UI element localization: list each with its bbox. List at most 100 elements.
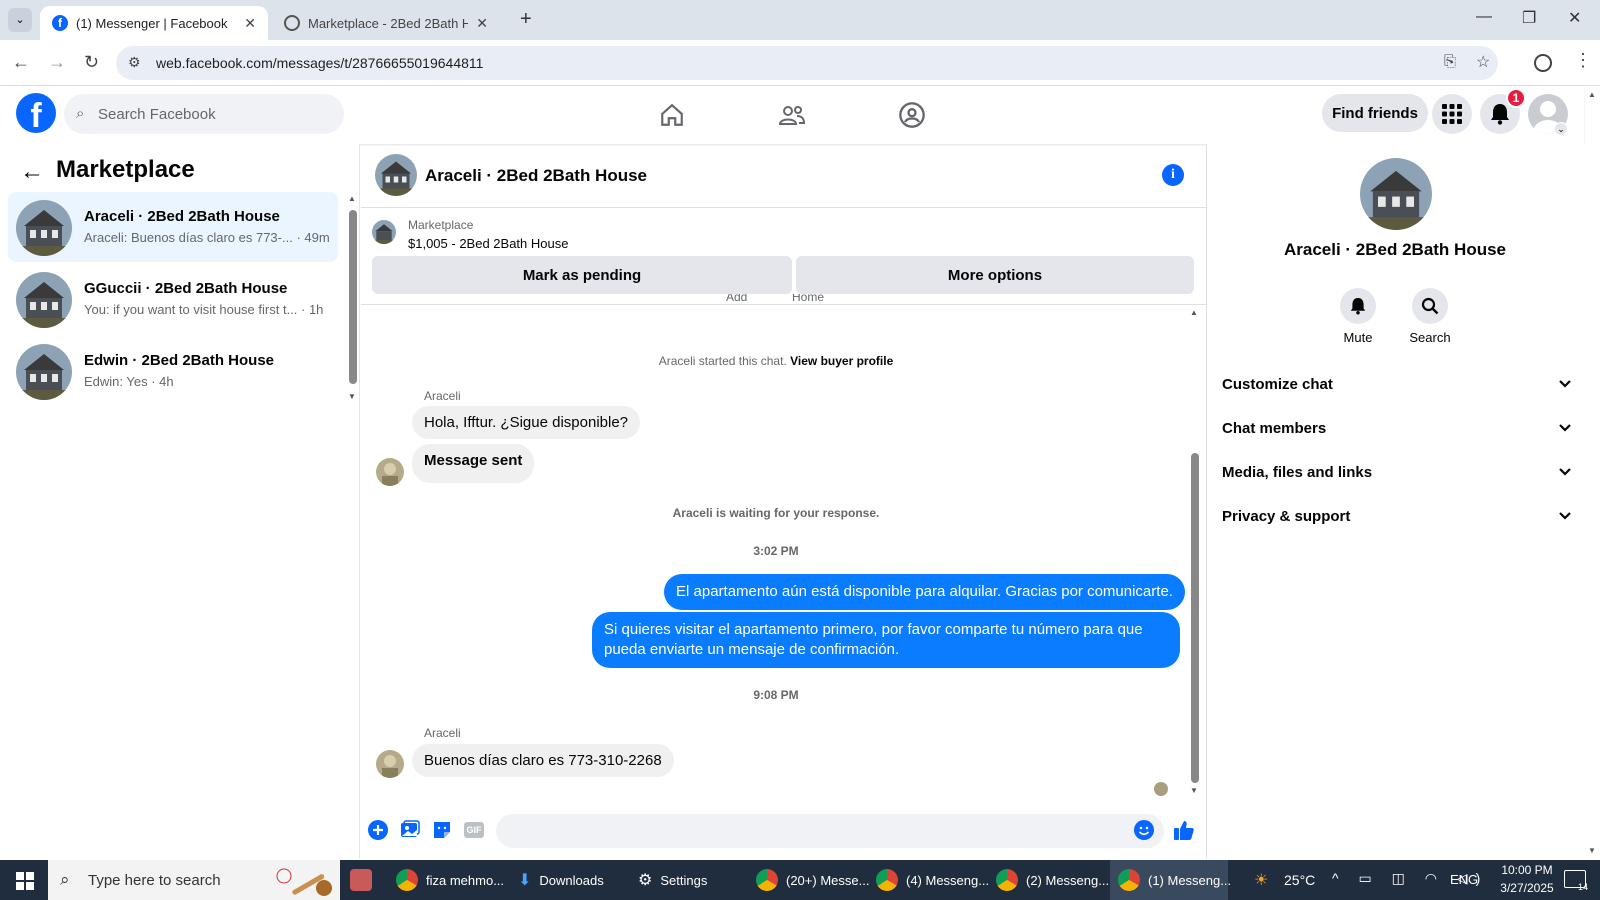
listing-thumbnail[interactable] [372, 220, 396, 244]
menu-grid-button[interactable] [1432, 94, 1472, 134]
search-in-chat-button[interactable]: Search [1400, 288, 1460, 345]
site-info-icon[interactable]: ⚙ [128, 54, 141, 71]
sticker-icon[interactable] [430, 818, 454, 842]
profile-icon[interactable] [1534, 54, 1552, 72]
close-window-button[interactable]: ✕ [1568, 8, 1581, 28]
account-chevron-icon[interactable]: ⌄ [1554, 122, 1568, 136]
house-thumbnail [16, 200, 72, 256]
taskbar-app[interactable]: (4) Messeng... [876, 860, 990, 900]
timestamp: 9:08 PM [753, 688, 799, 702]
bell-icon [1340, 288, 1376, 324]
search-icon [1412, 288, 1448, 324]
app-icon [350, 869, 372, 891]
incoming-message[interactable]: Message sent [412, 444, 535, 483]
sidebar-scroll-up-icon[interactable]: ▲ [348, 194, 356, 203]
tab-list-dropdown[interactable]: ⌄ [8, 8, 32, 32]
clock-date[interactable]: 3/27/2025 [1492, 881, 1562, 895]
weather-icon[interactable]: ☀ [1254, 870, 1268, 890]
language-indicator[interactable]: ENG [1450, 872, 1478, 887]
chevron-down-icon [1558, 508, 1572, 525]
info-icon[interactable]: i [1162, 164, 1184, 186]
gif-icon[interactable]: GIF [462, 818, 486, 842]
facebook-logo-icon[interactable]: f [16, 93, 56, 133]
taskbar-app[interactable]: ⚙ Settings [638, 860, 738, 900]
add-more-icon[interactable] [366, 818, 390, 842]
conversation-item[interactable]: GGuccii · 2Bed 2Bath House You: if you w… [8, 264, 338, 334]
outgoing-message[interactable]: El apartamento aún está disponible para … [664, 574, 1185, 610]
thumbs-up-icon[interactable] [1172, 818, 1196, 842]
incoming-message[interactable]: Buenos días claro es 773-310-2268 [412, 744, 674, 777]
taskbar-app[interactable]: fiza mehmo... [396, 860, 506, 900]
tab-title: (1) Messenger | Facebook [76, 15, 228, 31]
restore-button[interactable]: ❐ [1522, 8, 1536, 28]
message-input[interactable] [496, 814, 1164, 848]
search-input[interactable]: ⌕ Search Facebook [64, 94, 344, 134]
chat-members-row[interactable]: Chat members [1222, 408, 1572, 448]
media-files-links-row[interactable]: Media, files and links [1222, 452, 1572, 492]
back-arrow-icon[interactable]: ← [20, 158, 44, 186]
menu-grid-icon [1442, 104, 1462, 124]
conversation-item[interactable]: Araceli · 2Bed 2Bath House Araceli: Buen… [8, 192, 338, 262]
browser-menu-icon[interactable]: ⋮ [1574, 50, 1592, 71]
customize-chat-row[interactable]: Customize chat [1222, 364, 1572, 404]
taskbar-app-label: (2) Messeng... [1026, 872, 1110, 888]
close-tab-icon[interactable]: ✕ [244, 15, 256, 32]
privacy-support-row[interactable]: Privacy & support [1222, 496, 1572, 536]
listing-title[interactable]: $1,005 - 2Bed 2Bath House [408, 236, 568, 251]
mark-as-pending-button[interactable]: Mark as pending [372, 256, 792, 294]
url-field[interactable]: ⚙ web.facebook.com/messages/t/2876665501… [116, 46, 1498, 80]
notification-badge: 1 [1506, 88, 1526, 108]
chat-started-notice: Araceli started this chat. View buyer pr… [361, 354, 1191, 368]
sidebar-scroll-down-icon[interactable]: ▼ [348, 392, 356, 401]
clock-time[interactable]: 10:00 PM [1492, 863, 1562, 877]
facebook-header: f ⌕ Search Facebook Find friends ⌄ [0, 86, 1584, 144]
page-scroll-down-icon[interactable]: ▼ [1588, 846, 1596, 855]
bookmark-star-icon[interactable]: ☆ [1476, 52, 1490, 72]
photo-icon[interactable] [398, 818, 422, 842]
taskbar-app-icon[interactable] [350, 860, 380, 900]
taskbar-app[interactable]: (1) Messeng... [1110, 860, 1231, 900]
forward-icon[interactable]: → [48, 52, 66, 73]
home-icon[interactable] [652, 98, 692, 132]
friends-icon[interactable] [772, 98, 812, 132]
conversation-preview: Edwin: Yes · 4h [84, 374, 174, 389]
taskbar-app[interactable]: ⬇ Downloads [518, 860, 624, 900]
chat-scrollbar[interactable] [1191, 453, 1199, 783]
tab-marketplace[interactable]: Marketplace - 2Bed 2Bath Hous ✕ [272, 6, 500, 40]
sender-name: Araceli [424, 389, 461, 403]
taskbar-search-input[interactable]: ⌕ Type here to search [48, 860, 340, 900]
sender-avatar[interactable] [376, 750, 404, 778]
download-icon: ⬇ [518, 872, 532, 889]
taskbar-app[interactable]: (2) Messeng... [996, 860, 1110, 900]
page-scroll-up-icon[interactable]: ▲ [1588, 90, 1596, 99]
reload-icon[interactable]: ↻ [84, 52, 99, 73]
outgoing-message[interactable]: Si quieres visitar el apartamento primer… [592, 612, 1180, 668]
conversation-preview: You: if you want to visit house first t.… [84, 302, 324, 317]
close-tab-icon[interactable]: ✕ [476, 15, 488, 32]
view-buyer-profile-link[interactable]: View buyer profile [790, 354, 893, 368]
more-options-button[interactable]: More options [796, 256, 1194, 294]
mute-button[interactable]: Mute [1328, 288, 1388, 345]
conversation-item[interactable]: Edwin · 2Bed 2Bath House Edwin: Yes · 4h [8, 336, 338, 406]
back-icon[interactable]: ← [12, 52, 30, 73]
chat-scroll-up-icon[interactable]: ▲ [1190, 308, 1198, 317]
tab-title: Marketplace - 2Bed 2Bath Hous [308, 15, 469, 31]
incoming-message[interactable]: Hola, Ifftur. ¿Sigue disponible? [412, 406, 641, 439]
install-app-icon[interactable]: ⎘ [1444, 53, 1456, 70]
temperature[interactable]: 25°C [1284, 872, 1315, 888]
chat-title[interactable]: Araceli · 2Bed 2Bath House [425, 166, 647, 186]
windows-start-icon[interactable] [16, 872, 34, 893]
taskbar-app[interactable]: (20+) Messe... [756, 860, 869, 900]
chat-avatar[interactable] [375, 154, 417, 196]
emoji-icon[interactable] [1132, 818, 1156, 842]
chat-scroll-down-icon[interactable]: ▼ [1190, 786, 1198, 795]
profile-avatar[interactable] [1360, 158, 1432, 230]
sidebar-scrollbar[interactable] [349, 210, 357, 384]
new-tab-button[interactable]: + [520, 8, 532, 31]
sender-avatar[interactable] [376, 458, 404, 486]
groups-icon[interactable] [892, 98, 932, 132]
taskbar-app-label: (4) Messeng... [906, 872, 990, 888]
minimize-button[interactable]: — [1476, 8, 1492, 26]
tab-messenger[interactable]: f (1) Messenger | Facebook ✕ [40, 6, 268, 40]
find-friends-button[interactable]: Find friends [1322, 94, 1428, 132]
